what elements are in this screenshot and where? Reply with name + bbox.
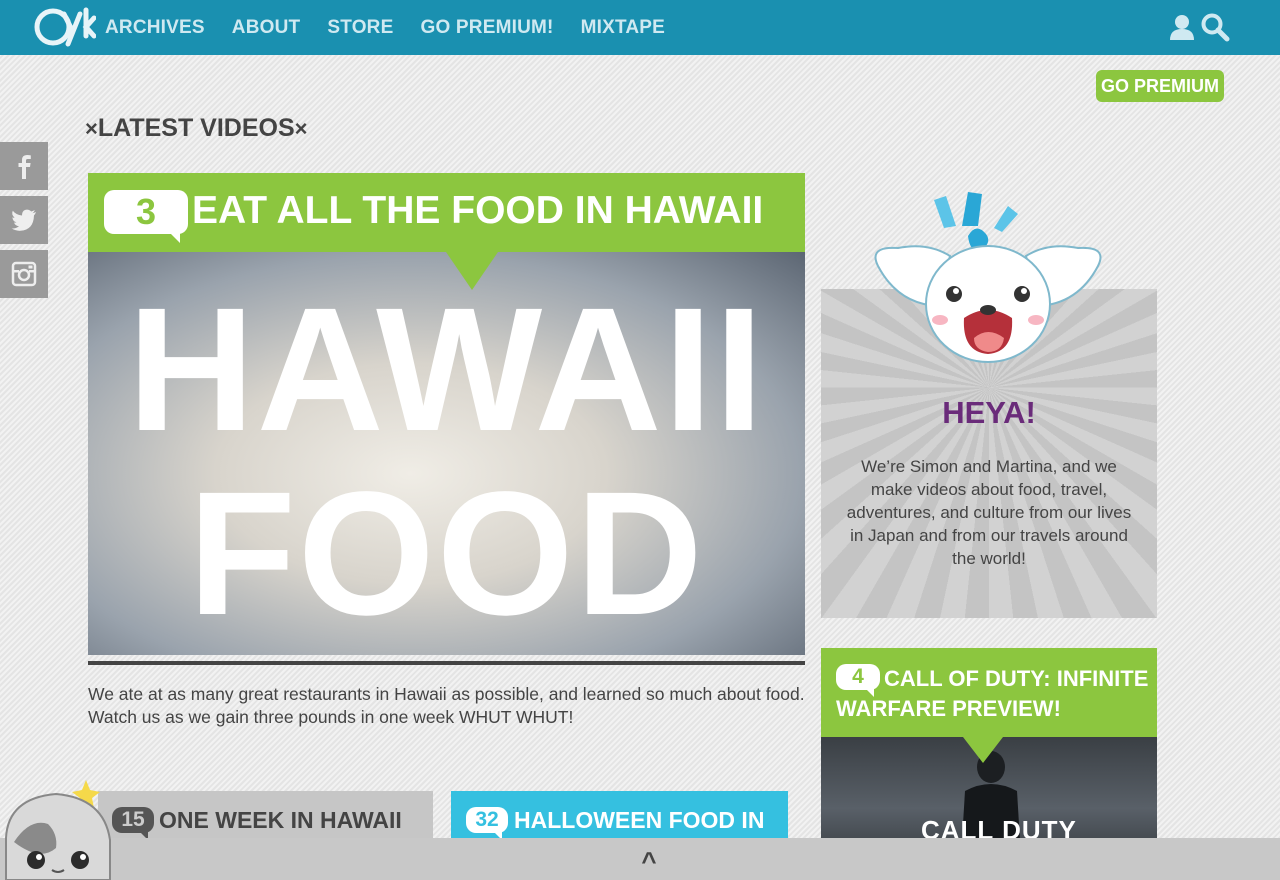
dog-mascot-image (874, 192, 1102, 363)
about-heading: HEYA! (942, 395, 1036, 430)
user-icon[interactable] (1167, 12, 1197, 42)
cat-mascot-image (5, 780, 111, 880)
decorative-x-right: × (294, 115, 308, 141)
twitter-icon (11, 209, 36, 231)
instagram-icon (11, 261, 37, 287)
header-pointer (963, 737, 1003, 763)
nav-about[interactable]: ABOUT (232, 17, 301, 39)
header-pointer (446, 252, 498, 290)
about-text: We’re Simon and Martina, and we make vid… (846, 457, 1132, 568)
thumbnail-text-food: FOOD (188, 456, 705, 652)
featured-video-description: We ate at as many great restaurants in H… (88, 684, 805, 727)
logo[interactable] (34, 6, 96, 48)
section-title-text: LATEST VIDEOS (97, 114, 295, 142)
facebook-icon (18, 155, 31, 179)
featured-video-title[interactable]: EAT ALL THE FOOD IN HAWAII (192, 189, 763, 233)
instagram-link[interactable] (0, 250, 48, 298)
scroll-to-top-bar[interactable]: ^ (0, 838, 1280, 880)
featured-video-thumbnail[interactable]: HAWAII FOOD (88, 252, 805, 655)
video-card-title[interactable]: ONE WEEK IN HAWAII (159, 807, 402, 834)
section-title: × LATEST VIDEOS × (85, 114, 308, 143)
go-premium-button[interactable]: GO PREMIUM (1096, 70, 1224, 102)
nav-links: ARCHIVES ABOUT STORE GO PREMIUM! MIXTAPE (105, 0, 692, 55)
side-video-header[interactable]: 4 CALL OF DUTY: INFINITE WARFARE PREVIEW… (821, 648, 1157, 737)
nav-archives[interactable]: ARCHIVES (105, 17, 205, 39)
decorative-x-left: × (85, 115, 98, 141)
nav-mixtape[interactable]: MIXTAPE (581, 17, 665, 39)
divider (88, 661, 805, 665)
comment-count-bubble: 32 (466, 807, 508, 840)
twitter-link[interactable] (0, 196, 48, 244)
thumbnail-text-hawaii: HAWAII (127, 272, 766, 468)
nav-go-premium[interactable]: GO PREMIUM! (420, 17, 553, 39)
facebook-link[interactable] (0, 142, 48, 190)
caret-up-icon[interactable]: ^ (641, 846, 656, 877)
top-navigation: ARCHIVES ABOUT STORE GO PREMIUM! MIXTAPE (0, 0, 1280, 55)
featured-video-header[interactable]: 3 EAT ALL THE FOOD IN HAWAII (88, 173, 805, 252)
side-video-title[interactable]: CALL OF DUTY: INFINITE WARFARE PREVIEW! (836, 664, 1156, 724)
comment-count-bubble: 3 (104, 190, 188, 243)
nav-store[interactable]: STORE (327, 17, 393, 39)
video-card-title[interactable]: HALLOWEEN FOOD IN (514, 807, 764, 834)
search-icon[interactable] (1200, 12, 1230, 42)
